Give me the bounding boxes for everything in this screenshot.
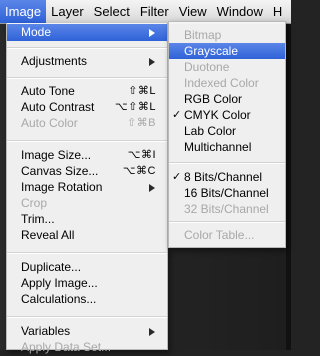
keyboard-shortcut: ⌥⌘C [122,165,156,177]
menu-window[interactable]: Window [212,0,268,23]
mode-submenu: Bitmap Grayscale Duotone Indexed Color R… [168,21,286,248]
menu-separator [7,252,167,254]
submenu-separator [169,162,285,164]
menu-item-label: Variables [21,324,71,338]
submenu-item-label: Lab Color [184,124,237,138]
menu-item-label: Auto Contrast [21,100,95,114]
menu-separator [7,316,167,318]
submenu-item-label: Duotone [184,60,230,74]
menu-filter[interactable]: Filter [135,0,174,23]
submenu-item-16-bits[interactable]: 16 Bits/Channel [169,185,285,201]
menu-item-label: Image Size... [21,148,92,162]
menu-item-label: Adjustments [21,54,88,68]
submenu-item-label: Grayscale [184,44,239,58]
submenu-item-rgb-color[interactable]: RGB Color [169,91,285,107]
submenu-item-lab-color[interactable]: Lab Color [169,123,285,139]
menu-item-canvas-size[interactable]: Canvas Size... ⌥⌘C [7,163,167,180]
menu-item-auto-tone[interactable]: Auto Tone ⇧⌘L [7,83,167,100]
menu-item-reveal-all[interactable]: Reveal All [7,227,167,244]
menu-item-label: Apply Data Set... [21,340,112,354]
menu-view[interactable]: View [174,0,212,23]
menu-item-variables[interactable]: Variables [7,323,167,340]
submenu-separator [169,221,285,223]
image-menu: Mode Adjustments Auto Tone ⇧⌘L Auto Cont… [6,23,168,354]
menu-item-label: Reveal All [21,228,75,242]
menu-item-label: Auto Tone [21,84,75,98]
submenu-item-32-bits: 32 Bits/Channel [169,201,285,217]
submenu-arrow-icon [149,29,155,37]
submenu-item-label: 32 Bits/Channel [184,202,269,216]
menu-item-trim[interactable]: Trim... [7,211,167,228]
menu-item-label: Apply Image... [21,276,98,290]
menu-item-auto-contrast[interactable]: Auto Contrast ⌥⇧⌘L [7,99,167,116]
menu-separator [7,140,167,142]
menu-item-label: Calculations... [21,292,97,306]
menu-item-image-size[interactable]: Image Size... ⌥⌘I [7,147,167,164]
menu-item-label: Auto Color [21,116,78,130]
menu-item-label: Image Rotation [21,180,103,194]
menu-separator [7,77,167,79]
menu-select[interactable]: Select [89,0,135,23]
menu-item-label: Crop [21,196,48,210]
menu-item-apply-data-set: Apply Data Set... [7,339,167,356]
menu-item-label: Canvas Size... [21,164,99,178]
menu-item-calculations[interactable]: Calculations... [7,291,167,308]
submenu-item-label: 16 Bits/Channel [184,186,269,200]
menu-item-image-rotation[interactable]: Image Rotation [7,179,167,196]
submenu-item-label: Indexed Color [184,76,259,90]
submenu-item-label: Multichannel [184,140,252,154]
menu-separator [7,47,167,49]
checkmark-icon: ✓ [172,171,182,183]
submenu-item-label: 8 Bits/Channel [184,170,263,184]
keyboard-shortcut: ⇧⌘B [126,117,156,129]
submenu-item-grayscale[interactable]: Grayscale [169,43,285,59]
keyboard-shortcut: ⌥⌘I [127,149,156,161]
submenu-item-bitmap: Bitmap [169,27,285,43]
menu-item-duplicate[interactable]: Duplicate... [7,259,167,276]
submenu-item-label: Bitmap [184,28,222,42]
checkmark-icon: ✓ [172,109,182,121]
submenu-item-label: CMYK Color [184,108,251,122]
submenu-arrow-icon [149,328,155,336]
submenu-arrow-icon [149,184,155,192]
submenu-arrow-icon [149,58,155,66]
menu-item-label: Mode [21,25,52,39]
submenu-item-multichannel[interactable]: Multichannel [169,139,285,155]
menu-item-label: Duplicate... [21,260,82,274]
submenu-item-cmyk-color[interactable]: ✓ CMYK Color [169,107,285,123]
menu-item-auto-color: Auto Color ⇧⌘B [7,115,167,132]
menu-item-label: Trim... [21,212,55,226]
menu-item-apply-image[interactable]: Apply Image... [7,275,167,292]
menu-item-crop: Crop [7,195,167,212]
keyboard-shortcut: ⌥⇧⌘L [114,101,156,113]
menu-layer[interactable]: Layer [46,0,89,23]
submenu-item-indexed-color: Indexed Color [169,75,285,91]
submenu-item-color-table: Color Table... [169,227,285,243]
menu-help[interactable]: H [268,0,287,23]
submenu-item-label: Color Table... [184,228,255,242]
menu-item-mode[interactable]: Mode [7,24,167,41]
submenu-item-duotone: Duotone [169,59,285,75]
window-edge [286,24,291,350]
submenu-item-8-bits[interactable]: ✓ 8 Bits/Channel [169,169,285,185]
keyboard-shortcut: ⇧⌘L [128,85,156,97]
submenu-item-label: RGB Color [184,92,243,106]
menu-image[interactable]: Image [0,0,47,23]
menu-item-adjustments[interactable]: Adjustments [7,53,167,70]
